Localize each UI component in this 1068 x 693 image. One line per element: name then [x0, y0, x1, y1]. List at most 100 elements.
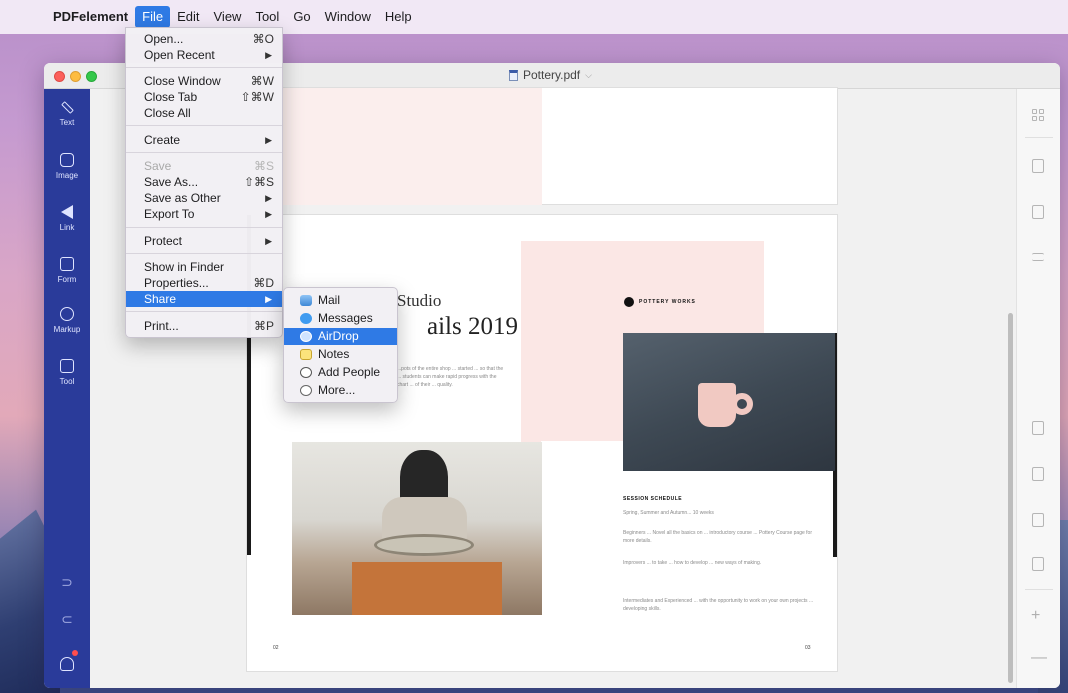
menu-item-save-as-other-label: Save as Other: [144, 191, 221, 205]
tool-image[interactable]: Image: [44, 153, 90, 180]
pottery-wheel: [374, 534, 474, 556]
document-title[interactable]: Pottery.pdf ⌵: [509, 68, 592, 82]
panel-icon-2[interactable]: [1032, 467, 1044, 481]
menu-item-print-shortcut: ⌘P: [253, 319, 274, 333]
pdf-page-2: Studio ails 2019 ...pots of the entire s…: [246, 214, 838, 672]
share-item-airdrop[interactable]: AirDrop: [284, 328, 397, 345]
menu-item-save-as[interactable]: Save As... ⇧⌘S: [126, 174, 282, 190]
add-people-icon: [300, 367, 312, 378]
submenu-arrow-icon: ▶: [265, 209, 272, 219]
menu-item-properties-shortcut: ⌘D: [253, 276, 274, 290]
menu-view[interactable]: View: [207, 6, 249, 28]
share-item-notes[interactable]: Notes: [284, 346, 397, 363]
link-icon: [61, 205, 73, 219]
tool-link[interactable]: Link: [44, 205, 90, 232]
user-account-icon[interactable]: [60, 657, 74, 671]
page-icon[interactable]: [1032, 159, 1044, 173]
outline-icon[interactable]: [1032, 253, 1044, 261]
panel-icon-1[interactable]: [1032, 421, 1044, 435]
menu-item-share[interactable]: Share ▶: [126, 291, 282, 307]
share-item-mail-label: Mail: [318, 293, 341, 307]
menu-item-close-window-label: Close Window: [144, 74, 221, 88]
share-item-messages[interactable]: Messages: [284, 310, 397, 327]
vertical-scrollbar[interactable]: [1008, 313, 1013, 683]
tool-image-label: Image: [55, 171, 79, 180]
tool-tool[interactable]: Tool: [44, 359, 90, 386]
tool-markup-label: Markup: [53, 325, 81, 334]
menu-item-properties[interactable]: Properties... ⌘D: [126, 275, 282, 291]
menu-item-open-label: Open...: [144, 32, 184, 46]
menu-item-save-as-label: Save As...: [144, 175, 199, 189]
pencil-icon: [60, 101, 74, 114]
submenu-arrow-icon: ▶: [265, 294, 272, 304]
share-submenu: Mail Messages AirDrop Notes Add People M…: [283, 287, 398, 403]
menu-item-close-window[interactable]: Close Window ⌘W: [126, 73, 282, 89]
left-toolbar: Text Image Link Form Markup Tool ⊃ ⊂: [44, 89, 90, 688]
menu-item-close-tab-shortcut: ⇧⌘W: [240, 90, 274, 104]
share-item-mail[interactable]: Mail: [284, 292, 397, 309]
share-item-more-label: More...: [318, 383, 356, 397]
chevron-down-icon: ⌵: [585, 69, 592, 80]
minimize-window-button[interactable]: [70, 71, 81, 82]
session-schedule-title: SESSION SCHEDULE: [623, 496, 683, 502]
menu-item-save-as-other[interactable]: Save as Other ▶: [126, 190, 282, 206]
menu-item-open[interactable]: Open... ⌘O: [126, 31, 282, 47]
bookmark-icon[interactable]: [1032, 205, 1044, 219]
thumbnails-icon[interactable]: [1032, 109, 1044, 121]
menu-item-show-in-finder[interactable]: Show in Finder: [126, 259, 282, 275]
share-item-airdrop-label: AirDrop: [318, 329, 359, 343]
panel-icon-4[interactable]: [1032, 557, 1044, 571]
menu-item-create[interactable]: Create ▶: [126, 132, 282, 148]
maximize-window-button[interactable]: [86, 71, 97, 82]
menu-tool[interactable]: Tool: [248, 6, 286, 28]
share-item-add-people[interactable]: Add People: [284, 364, 397, 381]
menu-edit[interactable]: Edit: [170, 6, 206, 28]
pottery-works-logo-text: POTTERY WORKS: [639, 299, 696, 305]
mug-handle: [731, 393, 753, 415]
pdf-page-1: [246, 87, 838, 205]
zoom-in-icon[interactable]: +: [1031, 607, 1040, 625]
menu-item-close-tab[interactable]: Close Tab ⇧⌘W: [126, 89, 282, 105]
tool-text-label: Text: [59, 118, 75, 127]
file-menu: Open... ⌘O Open Recent ▶ Close Window ⌘W…: [125, 27, 283, 338]
redo-icon[interactable]: ⊃: [44, 574, 90, 591]
share-item-more[interactable]: More...: [284, 382, 397, 399]
doc-body-right-2: Beginners ... Novel all the basics on ..…: [623, 530, 812, 544]
pdf-file-icon: [509, 69, 518, 81]
panel-icon-3[interactable]: [1032, 513, 1044, 527]
zoom-out-icon[interactable]: —: [1031, 649, 1047, 667]
menu-item-protect[interactable]: Protect ▶: [126, 233, 282, 249]
menu-separator: [126, 67, 282, 68]
app-menu[interactable]: PDFelement: [46, 6, 135, 28]
mail-icon: [300, 295, 312, 306]
close-window-button[interactable]: [54, 71, 65, 82]
image-icon: [60, 153, 74, 167]
menu-item-print[interactable]: Print... ⌘P: [126, 318, 282, 334]
tool-text[interactable]: Text: [44, 101, 90, 127]
share-item-add-people-label: Add People: [318, 365, 381, 379]
submenu-arrow-icon: ▶: [265, 236, 272, 246]
tool-form-label: Form: [57, 275, 77, 284]
menu-item-properties-label: Properties...: [144, 276, 209, 290]
tool-form[interactable]: Form: [44, 257, 90, 284]
page-number-left: 02: [273, 645, 279, 651]
submenu-arrow-icon: ▶: [265, 193, 272, 203]
menu-separator: [126, 311, 282, 312]
tool-markup[interactable]: Markup: [44, 307, 90, 334]
menu-file[interactable]: File: [135, 6, 171, 28]
menu-item-open-recent[interactable]: Open Recent ▶: [126, 47, 282, 63]
menu-item-export-to[interactable]: Export To ▶: [126, 206, 282, 222]
undo-icon[interactable]: ⊂: [44, 611, 90, 628]
menu-window[interactable]: Window: [318, 6, 378, 28]
menu-item-close-all[interactable]: Close All: [126, 105, 282, 121]
menu-item-save-label: Save: [144, 159, 172, 173]
notification-badge: [72, 650, 78, 656]
mug-photo: [623, 333, 835, 471]
messages-icon: [300, 313, 312, 324]
menu-help[interactable]: Help: [378, 6, 419, 28]
menu-separator: [126, 125, 282, 126]
menu-go[interactable]: Go: [286, 6, 317, 28]
form-icon: [60, 257, 74, 271]
menu-item-create-label: Create: [144, 133, 181, 147]
share-item-messages-label: Messages: [318, 311, 373, 325]
